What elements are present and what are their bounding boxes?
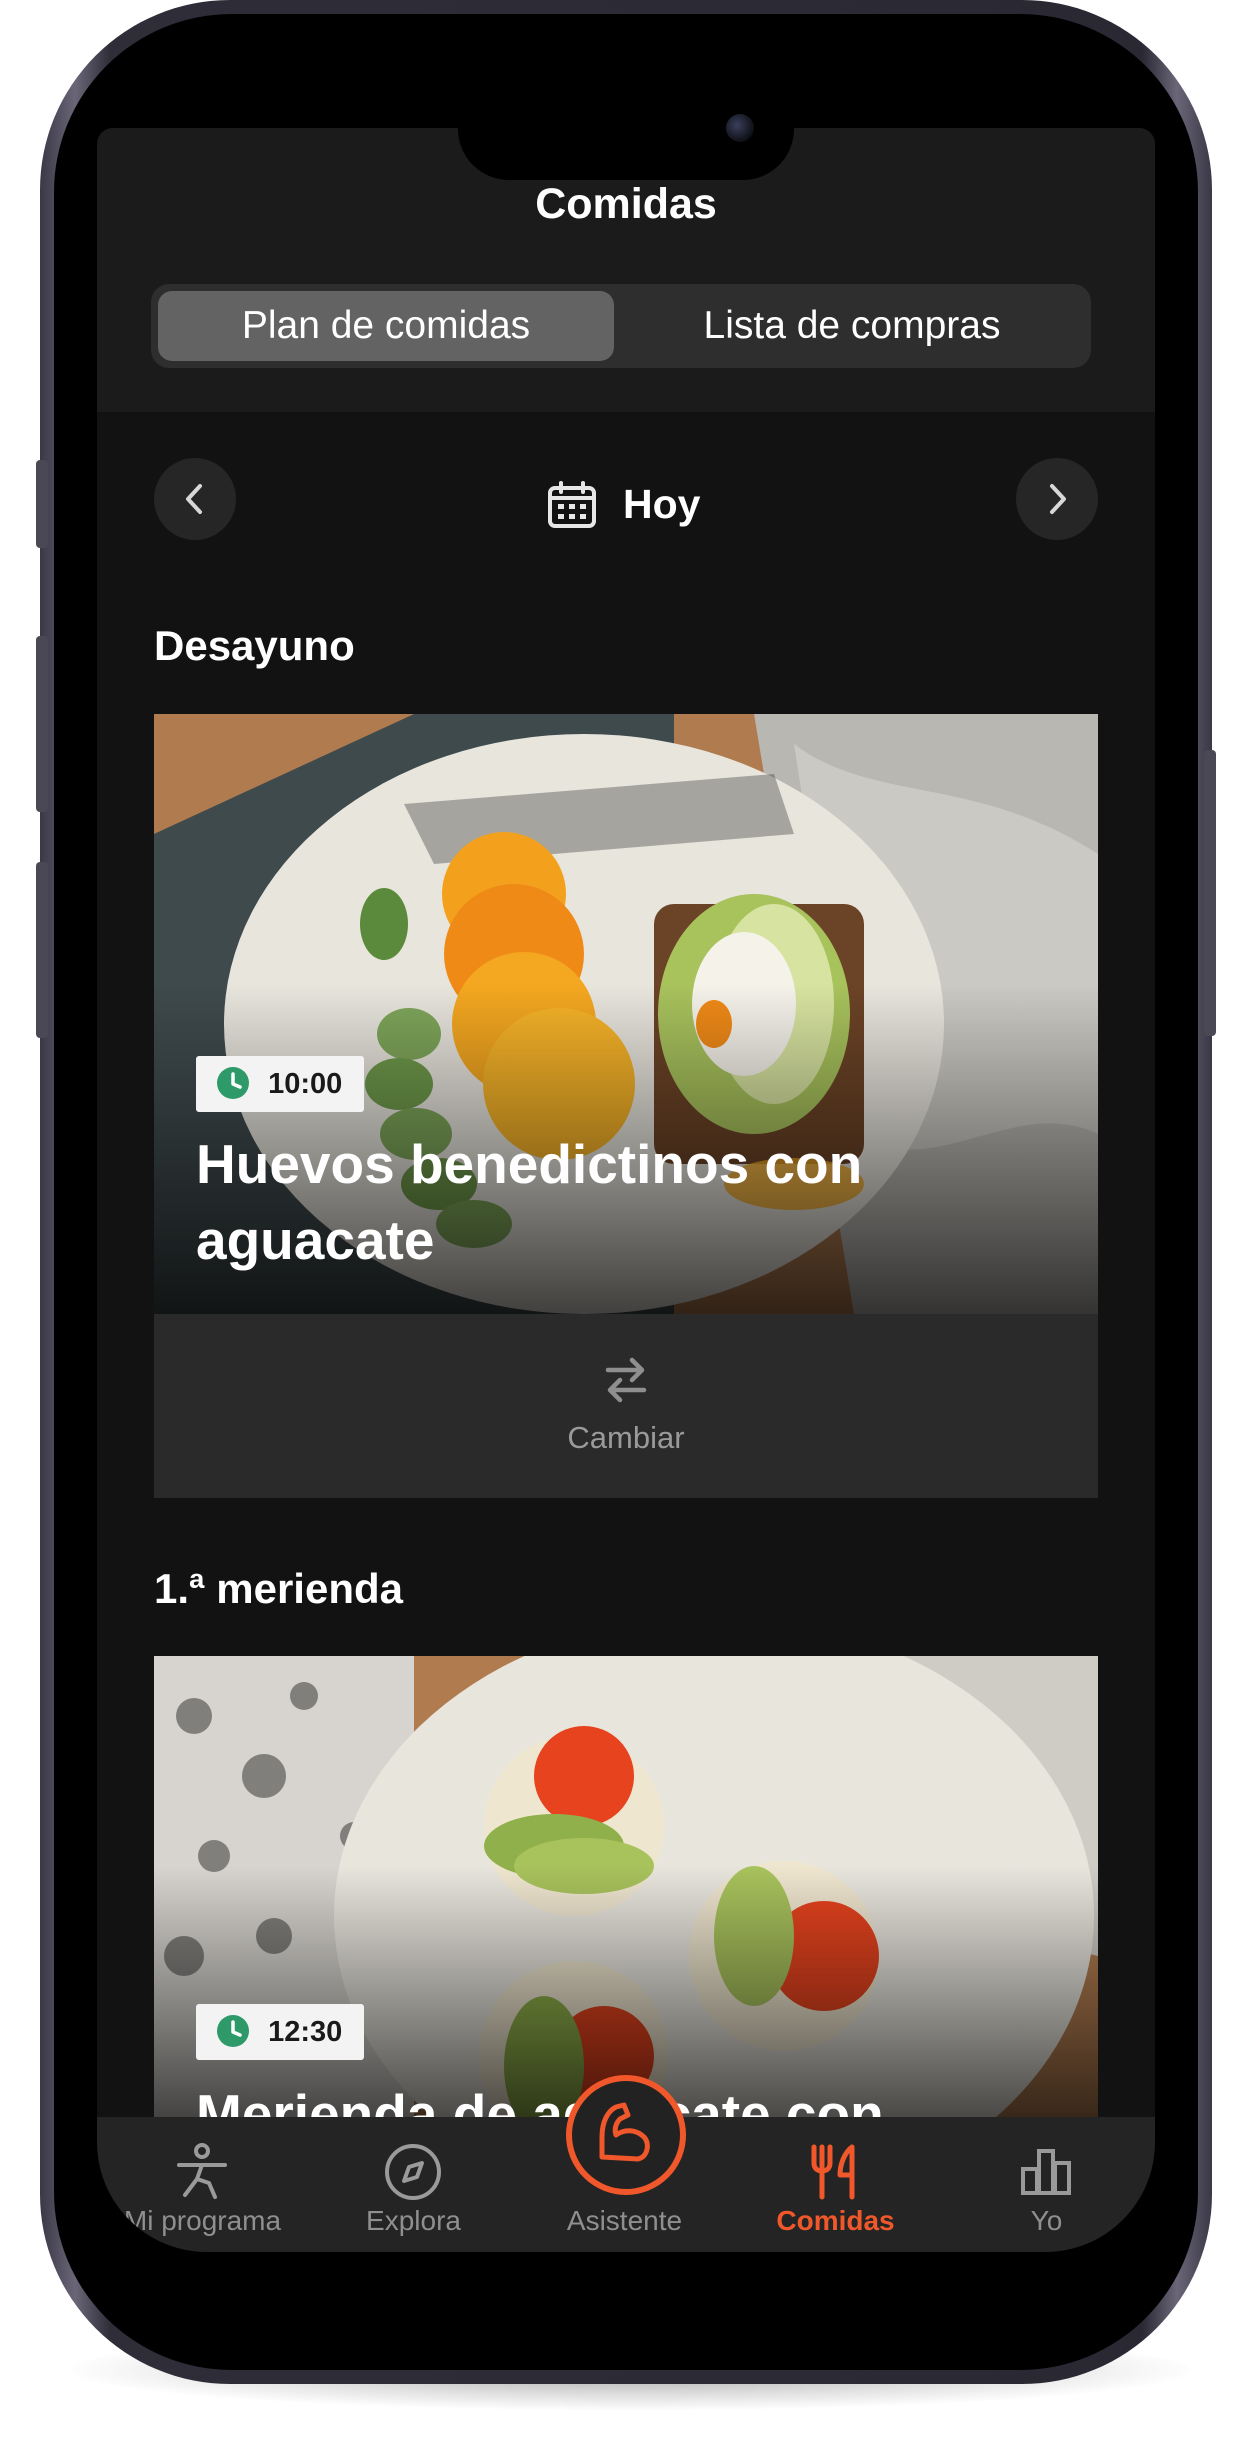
volume-up-button: [36, 636, 48, 812]
time-label: 10:00: [268, 1068, 343, 1100]
page-title: Comidas: [535, 180, 717, 228]
tab-meals[interactable]: Comidas: [730, 2117, 941, 2252]
bar-chart-icon: [1021, 2149, 1071, 2195]
tab-meal-plan[interactable]: Plan de comidas: [158, 291, 614, 361]
segmented-control: Plan de comidas Lista de compras: [151, 284, 1091, 368]
volume-down-button: [36, 862, 48, 1038]
tab-me[interactable]: Yo: [941, 2117, 1152, 2252]
swap-arrows-icon: [605, 1357, 647, 1403]
compass-icon: [385, 2144, 441, 2200]
change-label: Cambiar: [567, 1420, 685, 1455]
tab-shopping-list[interactable]: Lista de compras: [621, 291, 1083, 361]
flexed-arm-icon: [599, 2102, 650, 2162]
time-badge: 10:00: [196, 1056, 365, 1112]
change-meal-button[interactable]: Cambiar: [154, 1314, 1098, 1498]
clock-icon: [217, 2014, 249, 2047]
chevron-left-icon: [186, 484, 202, 514]
calendar-icon: [548, 481, 596, 528]
camera-icon: [726, 114, 754, 142]
meal-card-breakfast[interactable]: 10:00 Huevos benedictinos con aguacate C…: [154, 714, 1098, 1498]
chevron-right-icon: [1050, 484, 1066, 514]
assistant-button[interactable]: [566, 2075, 686, 2195]
next-day-button[interactable]: [1016, 458, 1098, 540]
tab-label: Comidas: [776, 2205, 895, 2236]
app-screen: Comidas Plan de comidas Lista de compras…: [97, 128, 1155, 2252]
person-stretch-icon: [177, 2143, 227, 2199]
fork-knife-icon: [811, 2144, 855, 2200]
tab-label: Asistente: [566, 2205, 683, 2236]
meal-card-snack[interactable]: 12:30 Merienda de aguacate con: [154, 1656, 1098, 2117]
tab-label: Explora: [366, 2205, 461, 2236]
time-badge: 12:30: [196, 2004, 365, 2060]
section-title-breakfast: Desayuno: [154, 622, 355, 669]
tab-my-program[interactable]: Mi programa: [97, 2117, 308, 2252]
date-label: Hoy: [623, 481, 701, 527]
power-button: [1204, 750, 1216, 1036]
tab-explore[interactable]: Explora: [308, 2117, 519, 2252]
dynamic-island: [458, 78, 794, 180]
tab-label: Yo: [1030, 2205, 1063, 2236]
clock-icon: [217, 1066, 249, 1099]
prev-day-button[interactable]: [154, 458, 236, 540]
silent-switch: [36, 460, 48, 548]
meal-title: Huevos benedictinos con aguacate: [196, 1133, 863, 1271]
section-title-snack: 1.ª merienda: [154, 1565, 403, 1612]
tab-label: Mi programa: [123, 2205, 282, 2236]
time-label: 12:30: [268, 2016, 343, 2048]
